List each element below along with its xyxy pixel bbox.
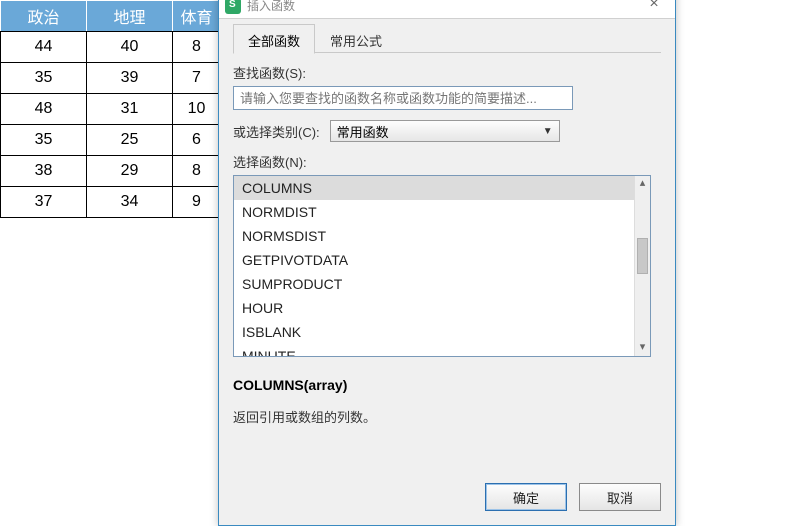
cell[interactable]: 9 [173,187,221,218]
table-row: 48 31 10 [1,94,221,125]
cancel-button[interactable]: 取消 [579,483,661,511]
cell[interactable]: 10 [173,94,221,125]
ok-button[interactable]: 确定 [485,483,567,511]
category-label: 或选择类别(C): [233,122,320,141]
list-item[interactable]: SUMPRODUCT [234,272,634,296]
dialog-titlebar[interactable]: 插入函数 × [219,0,675,19]
dialog-title: 插入函数 [247,0,295,14]
tab-all-functions[interactable]: 全部函数 [233,24,315,54]
col-header: 地理 [87,1,173,32]
close-icon[interactable]: × [639,0,669,15]
list-item[interactable]: MINUTE [234,344,634,356]
function-syntax: COLUMNS(array) [233,377,661,393]
list-item[interactable]: COLUMNS [234,176,634,200]
cell[interactable]: 34 [87,187,173,218]
list-item[interactable]: NORMSDIST [234,224,634,248]
cell[interactable]: 8 [173,156,221,187]
table-row: 38 29 8 [1,156,221,187]
cell[interactable]: 8 [173,32,221,63]
table-row: 44 40 8 [1,32,221,63]
list-item[interactable]: ISBLANK [234,320,634,344]
list-item[interactable]: HOUR [234,296,634,320]
chevron-down-icon: ▼ [543,126,553,137]
cell[interactable]: 44 [1,32,87,63]
cell[interactable]: 38 [1,156,87,187]
tabs: 全部函数 常用公式 [233,23,661,53]
tab-common-formulas[interactable]: 常用公式 [315,24,397,54]
cell[interactable]: 6 [173,125,221,156]
table-row: 35 39 7 [1,63,221,94]
scroll-up-icon[interactable]: ▴ [635,176,650,192]
scrollbar[interactable]: ▴ ▾ [634,176,650,356]
col-header: 政治 [1,1,87,32]
cell[interactable]: 29 [87,156,173,187]
scroll-thumb[interactable] [637,238,648,274]
function-description: 返回引用或数组的列数。 [233,407,661,426]
scroll-down-icon[interactable]: ▾ [635,340,650,356]
cell[interactable]: 37 [1,187,87,218]
category-value: 常用函数 [337,122,389,141]
cell[interactable]: 35 [1,125,87,156]
cell[interactable]: 7 [173,63,221,94]
cell[interactable]: 25 [87,125,173,156]
cell[interactable]: 31 [87,94,173,125]
search-label: 查找函数(S): [233,63,661,82]
table-row: 37 34 9 [1,187,221,218]
search-input[interactable] [233,86,573,110]
app-icon [225,0,241,14]
list-item[interactable]: NORMDIST [234,200,634,224]
cell[interactable]: 39 [87,63,173,94]
insert-function-dialog: 插入函数 × 全部函数 常用公式 查找函数(S): 或选择类别(C): 常用函数… [218,0,676,526]
function-listbox[interactable]: COLUMNS NORMDIST NORMSDIST GETPIVOTDATA … [233,175,651,357]
category-select[interactable]: 常用函数 ▼ [330,120,560,142]
col-header: 体育 [173,1,221,32]
spreadsheet-table: 政治 地理 体育 44 40 8 35 39 7 48 31 10 35 25 … [0,0,221,218]
list-item[interactable]: GETPIVOTDATA [234,248,634,272]
cell[interactable]: 48 [1,94,87,125]
cell[interactable]: 35 [1,63,87,94]
table-row: 35 25 6 [1,125,221,156]
cell[interactable]: 40 [87,32,173,63]
select-function-label: 选择函数(N): [233,152,661,171]
